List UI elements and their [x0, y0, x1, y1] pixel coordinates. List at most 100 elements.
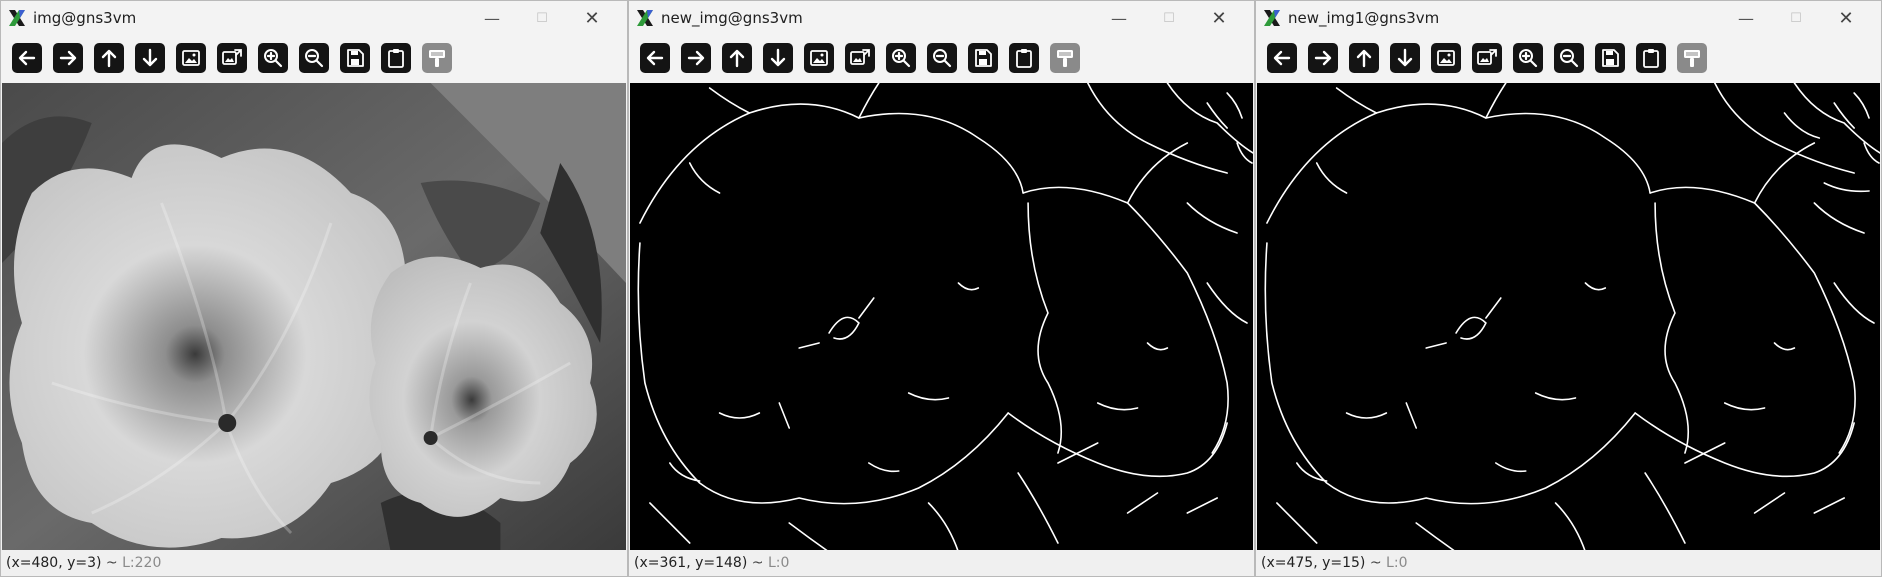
toolbar: [1, 37, 627, 79]
clipboard-icon: [1016, 49, 1032, 68]
pan-up-button[interactable]: [1349, 43, 1379, 73]
arrow-down-icon: [1397, 48, 1413, 67]
pixel-level: L:0: [767, 555, 790, 571]
title-bar[interactable]: img@gns3vm — ☐ ✕: [1, 1, 627, 35]
properties-button: [1050, 43, 1080, 73]
pixel-level: L:220: [122, 555, 162, 571]
x11-logo-icon: [637, 10, 653, 26]
cursor-coordinates: (x=480, y=3): [6, 555, 102, 571]
pan-down-button[interactable]: [1390, 43, 1420, 73]
properties-button: [422, 43, 452, 73]
cursor-coordinates: (x=475, y=15): [1261, 555, 1366, 571]
zoom-original-image-icon: [850, 49, 870, 65]
zoom-fit-image-icon: [1437, 50, 1455, 66]
zoom-fit-button[interactable]: [804, 43, 834, 73]
arrow-down-icon: [142, 48, 158, 67]
x11-logo-icon: [1264, 10, 1280, 26]
save-button[interactable]: [340, 43, 370, 73]
zoom-in-button[interactable]: [886, 43, 916, 73]
properties-icon: [1057, 50, 1073, 67]
arrow-right-icon: [1314, 50, 1332, 66]
zoom-original-button[interactable]: [1472, 43, 1502, 73]
zoom-in-button[interactable]: [258, 43, 288, 73]
copy-button[interactable]: [1009, 43, 1039, 73]
arrow-left-icon: [646, 50, 664, 66]
pan-down-button[interactable]: [135, 43, 165, 73]
zoom-fit-image-icon: [810, 50, 828, 66]
arrow-left-icon: [18, 50, 36, 66]
zoom-in-icon: [892, 49, 911, 68]
zoom-fit-button[interactable]: [176, 43, 206, 73]
pan-right-button[interactable]: [1308, 43, 1338, 73]
pan-left-button[interactable]: [640, 43, 670, 73]
status-bar: (x=475, y=15) ~ L:0: [1256, 550, 1881, 576]
zoom-in-icon: [1519, 49, 1538, 68]
minimize-button[interactable]: —: [1096, 5, 1142, 31]
window-title: img@gns3vm: [33, 9, 137, 27]
pixel-level: L:0: [1386, 555, 1408, 571]
zoom-out-icon: [305, 49, 324, 68]
save-button[interactable]: [968, 43, 998, 73]
status-separator: ~: [747, 555, 768, 571]
copy-button[interactable]: [1636, 43, 1666, 73]
pan-up-button[interactable]: [94, 43, 124, 73]
edge-map-image: [637, 83, 1253, 552]
pan-up-button[interactable]: [722, 43, 752, 73]
zoom-in-button[interactable]: [1513, 43, 1543, 73]
toolbar: [629, 37, 1254, 79]
pan-down-button[interactable]: [763, 43, 793, 73]
maximize-button[interactable]: ☐: [1146, 5, 1192, 31]
image-view[interactable]: [1257, 83, 1880, 552]
x11-logo-icon: [9, 10, 25, 26]
pan-right-button[interactable]: [681, 43, 711, 73]
properties-icon: [1684, 50, 1700, 67]
status-bar: (x=361, y=148) ~ L:0: [629, 550, 1254, 576]
save-button[interactable]: [1595, 43, 1625, 73]
zoom-out-button[interactable]: [927, 43, 957, 73]
minimize-button[interactable]: —: [1723, 5, 1769, 31]
arrow-up-icon: [101, 49, 117, 68]
zoom-original-button[interactable]: [845, 43, 875, 73]
title-bar[interactable]: new_img@gns3vm — ☐ ✕: [629, 1, 1254, 35]
zoom-out-button[interactable]: [1554, 43, 1584, 73]
arrow-right-icon: [59, 50, 77, 66]
edge-map-image: [1264, 83, 1880, 552]
zoom-fit-button[interactable]: [1431, 43, 1461, 73]
window-new-img1: new_img1@gns3vm — ☐ ✕ (x=475, y=15) ~ L:…: [1255, 0, 1882, 577]
close-button[interactable]: ✕: [1196, 5, 1242, 31]
zoom-original-image-icon: [1477, 49, 1497, 65]
close-button[interactable]: ✕: [1823, 5, 1869, 31]
pan-left-button[interactable]: [12, 43, 42, 73]
window-title: new_img@gns3vm: [661, 9, 803, 27]
image-view[interactable]: [630, 83, 1253, 552]
title-bar[interactable]: new_img1@gns3vm — ☐ ✕: [1256, 1, 1881, 35]
image-view[interactable]: [2, 83, 626, 552]
status-bar: (x=480, y=3) ~ L:220: [1, 550, 627, 576]
zoom-in-icon: [264, 49, 283, 68]
cursor-coordinates: (x=361, y=148): [634, 555, 748, 571]
minimize-button[interactable]: —: [469, 5, 515, 31]
zoom-original-button[interactable]: [217, 43, 247, 73]
window-img: img@gns3vm — ☐ ✕ (x=480, y=3) ~ L:220: [0, 0, 628, 577]
status-separator: ~: [101, 555, 123, 571]
clipboard-icon: [1643, 49, 1659, 68]
zoom-out-icon: [1560, 49, 1579, 68]
arrow-up-icon: [1356, 49, 1372, 68]
properties-button: [1677, 43, 1707, 73]
toolbar: [1256, 37, 1881, 79]
zoom-out-icon: [933, 49, 952, 68]
maximize-button[interactable]: ☐: [1773, 5, 1819, 31]
status-separator: ~: [1365, 555, 1387, 571]
pan-left-button[interactable]: [1267, 43, 1297, 73]
arrow-left-icon: [1273, 50, 1291, 66]
zoom-out-button[interactable]: [299, 43, 329, 73]
zoom-original-image-icon: [222, 49, 242, 65]
clipboard-icon: [388, 49, 404, 68]
save-icon: [347, 49, 364, 67]
arrow-up-icon: [729, 49, 745, 68]
pan-right-button[interactable]: [53, 43, 83, 73]
maximize-button[interactable]: ☐: [519, 5, 565, 31]
close-button[interactable]: ✕: [569, 5, 615, 31]
save-icon: [975, 49, 992, 67]
copy-button[interactable]: [381, 43, 411, 73]
